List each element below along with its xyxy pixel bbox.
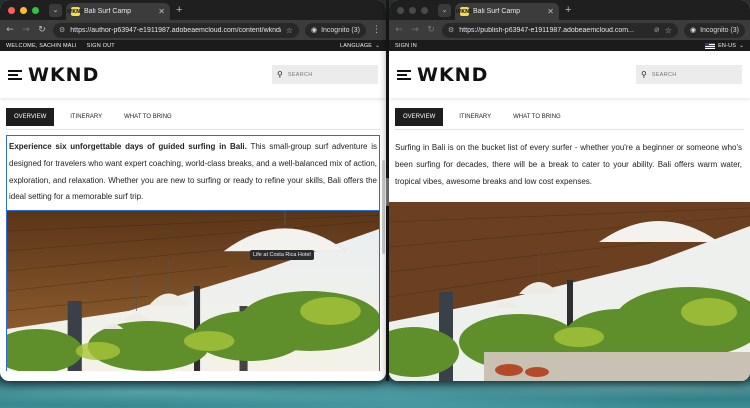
flag-icon <box>705 42 716 49</box>
language-label: LANGUAGE <box>340 42 373 49</box>
content-tabs: OVERVIEW ITINERARY WHAT TO BRING <box>6 108 380 126</box>
search-box[interactable]: ⚲ <box>272 65 378 84</box>
window-controls <box>8 6 39 14</box>
address-bar[interactable]: ⚙ https://author-p63947-e1911987.adobeae… <box>53 22 299 38</box>
tab-itinerary[interactable]: ITINERARY <box>64 109 108 125</box>
sign-out-link[interactable]: SIGN OUT <box>87 43 115 49</box>
wknd-favicon-icon: WKND <box>455 7 474 16</box>
resort-photo-illustration <box>389 202 750 381</box>
tab-title: Bali Surf Camp <box>473 8 521 15</box>
site-utility-bar: WELCOME, SACHIN MALI SIGN OUT LANGUAGE ⌄ <box>0 40 386 51</box>
site-header: WKND ⚲ <box>389 51 750 98</box>
browser-toolbar: ← → ↻ ⚙ https://author-p63947-e1911987.a… <box>0 20 386 40</box>
search-input[interactable] <box>651 71 732 78</box>
search-icon: ⚲ <box>641 70 647 79</box>
language-selector[interactable]: LANGUAGE ⌄ <box>340 43 380 49</box>
intro-bold-text: Experience six unforgettable days of gui… <box>9 142 247 151</box>
tab-what-to-bring[interactable]: WHAT TO BRING <box>118 109 178 125</box>
address-bar[interactable]: ⚙ https://publish-p63947-e1911987.adobea… <box>442 22 678 38</box>
hamburger-icon[interactable] <box>8 69 22 80</box>
hero-image[interactable] <box>389 202 750 381</box>
browser-tab[interactable]: WKND Bali Surf Camp ✕ <box>66 3 170 20</box>
bookmark-star-icon[interactable]: ☆ <box>665 26 672 35</box>
incognito-indicator[interactable]: ◉ Incognito (3) <box>304 22 366 38</box>
content-tabs: OVERVIEW ITINERARY WHAT TO BRING <box>395 108 744 126</box>
search-box[interactable]: ⚲ <box>636 65 742 84</box>
resort-photo-illustration <box>7 211 379 372</box>
tab-search-icon[interactable]: ⌄ <box>438 3 451 17</box>
hero-image[interactable]: Life at Costa Rica Hotel <box>6 211 380 372</box>
url-text: https://author-p63947-e1911987.adobeaemc… <box>70 26 281 34</box>
search-input[interactable] <box>287 71 368 78</box>
chevron-down-icon: ⌄ <box>375 42 380 49</box>
site-logo[interactable]: WKND <box>417 64 488 86</box>
back-icon[interactable]: ← <box>5 25 15 35</box>
site-utility-bar: SIGN IN EN-US ⌄ <box>389 40 750 51</box>
site-logo[interactable]: WKND <box>28 64 99 86</box>
close-window-button[interactable] <box>8 6 15 14</box>
hamburger-icon[interactable] <box>397 69 411 80</box>
url-text: https://publish-p63947-e1911987.adobeaem… <box>459 26 634 34</box>
incognito-label: Incognito (3) <box>700 26 739 34</box>
site-info-icon[interactable]: ⚙ <box>448 26 454 34</box>
bookmark-star-icon[interactable]: ☆ <box>286 26 293 35</box>
incognito-icon: ◉ <box>310 26 318 34</box>
tab-what-to-bring[interactable]: WHAT TO BRING <box>507 109 567 125</box>
sign-in-link[interactable]: SIGN IN <box>395 43 417 49</box>
tab-overview[interactable]: OVERVIEW <box>395 108 444 126</box>
browser-toolbar: ← → ↻ ⚙ https://publish-p63947-e1911987.… <box>389 20 750 40</box>
tab-itinerary[interactable]: ITINERARY <box>453 109 497 125</box>
incognito-icon: ◉ <box>689 26 697 34</box>
zoom-window-button[interactable] <box>421 6 428 14</box>
new-tab-icon[interactable]: + <box>565 4 571 16</box>
tabs-divider <box>6 129 380 130</box>
intro-text: Surfing in Bali is on the bucket list of… <box>395 143 742 186</box>
tab-close-icon[interactable]: ✕ <box>158 7 165 16</box>
zoom-window-button[interactable] <box>32 6 39 14</box>
browser-tab[interactable]: WKND Bali Surf Camp ✕ <box>455 3 559 20</box>
minimize-window-button[interactable] <box>20 6 27 14</box>
page-content: OVERVIEW ITINERARY WHAT TO BRING Experie… <box>0 108 386 372</box>
wknd-favicon-icon: WKND <box>66 7 85 16</box>
tab-title: Bali Surf Camp <box>84 8 132 15</box>
incognito-indicator[interactable]: ◉ Incognito (3) <box>683 22 745 38</box>
minimize-window-button[interactable] <box>409 6 416 14</box>
tab-strip: ⌄ WKND Bali Surf Camp ✕ + <box>389 0 750 20</box>
image-tooltip: Life at Costa Rica Hotel <box>250 250 314 261</box>
tab-search-icon[interactable]: ⌄ <box>49 3 62 17</box>
search-icon: ⚲ <box>277 70 283 79</box>
chevron-down-icon: ⌄ <box>739 42 744 49</box>
window-controls <box>397 6 428 14</box>
forward-icon[interactable]: → <box>21 25 31 35</box>
new-tab-icon[interactable]: + <box>176 4 182 16</box>
welcome-text: WELCOME, SACHIN MALI <box>6 42 77 49</box>
page-content: OVERVIEW ITINERARY WHAT TO BRING Surfing… <box>389 108 750 190</box>
publish-browser-window: ⌄ WKND Bali Surf Camp ✕ + ← → ↻ ⚙ https:… <box>389 0 750 381</box>
reload-icon[interactable]: ↻ <box>37 25 47 35</box>
language-selector[interactable]: EN-US ⌄ <box>705 42 744 49</box>
scrollbar-thumb[interactable] <box>382 160 385 254</box>
language-label: EN-US <box>718 42 737 49</box>
incognito-label: Incognito (3) <box>321 26 360 34</box>
tab-overview[interactable]: OVERVIEW <box>6 108 55 126</box>
eye-off-icon[interactable]: ⊘ <box>654 26 660 34</box>
tabs-divider <box>395 129 744 130</box>
site-header: WKND ⚲ <box>0 51 386 98</box>
tab-close-icon[interactable]: ✕ <box>547 7 554 16</box>
selected-text-component[interactable]: Experience six unforgettable days of gui… <box>6 135 380 212</box>
tab-strip: ⌄ WKND Bali Surf Camp ✕ + <box>0 0 386 20</box>
back-icon[interactable]: ← <box>394 25 404 35</box>
forward-icon[interactable]: → <box>410 25 420 35</box>
site-info-icon[interactable]: ⚙ <box>59 26 65 34</box>
close-window-button[interactable] <box>397 6 404 14</box>
more-icon[interactable]: ⋮ <box>372 25 381 35</box>
author-browser-window: ⌄ WKND Bali Surf Camp ✕ + ← → ↻ ⚙ https:… <box>0 0 386 381</box>
reload-icon[interactable]: ↻ <box>426 25 436 35</box>
